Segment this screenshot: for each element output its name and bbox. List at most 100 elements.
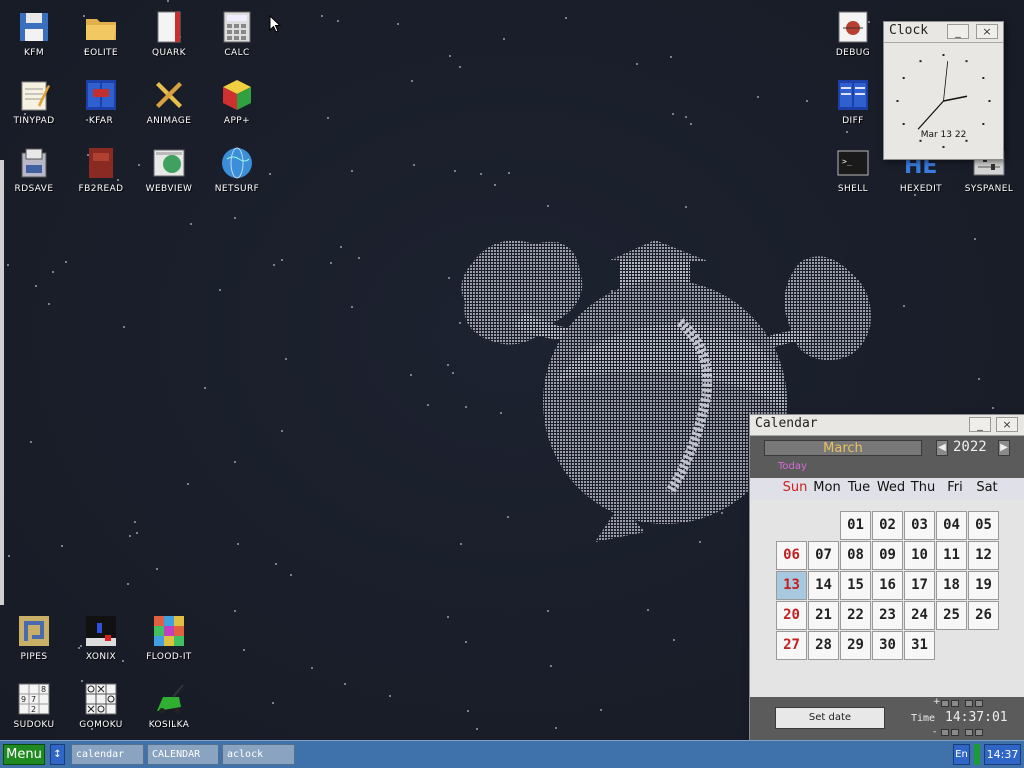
day-cell[interactable]: 07 bbox=[808, 541, 839, 570]
desktop-icon-shell[interactable]: >_ SHELL bbox=[819, 139, 887, 203]
day-cell[interactable]: 13 bbox=[776, 571, 807, 600]
menu-button[interactable]: Menu bbox=[3, 744, 45, 765]
svg-text:>_: >_ bbox=[842, 157, 852, 166]
desktop-icon-tinypad[interactable]: TINYPAD bbox=[0, 71, 68, 135]
day-cell[interactable]: 06 bbox=[776, 541, 807, 570]
day-cell[interactable]: 16 bbox=[872, 571, 903, 600]
folder-icon bbox=[83, 9, 119, 45]
day-cell[interactable]: 30 bbox=[872, 631, 903, 660]
day-cell[interactable]: 24 bbox=[904, 601, 935, 630]
day-cell[interactable]: 14 bbox=[808, 571, 839, 600]
desktop-icon-kfar[interactable]: KFAR bbox=[67, 71, 135, 135]
desktop-icon-eolite[interactable]: EOLITE bbox=[67, 3, 135, 67]
desktop-icon-sudoku[interactable]: 8 9 7 2 SUDOKU bbox=[0, 675, 68, 739]
hour-decrement-button[interactable] bbox=[941, 729, 949, 736]
day-cell[interactable]: 09 bbox=[872, 541, 903, 570]
language-indicator[interactable]: En bbox=[953, 744, 970, 765]
analog-clock-dial bbox=[896, 54, 991, 148]
second-decrement-button[interactable] bbox=[975, 729, 983, 736]
hour-increment-button-2[interactable] bbox=[951, 700, 959, 707]
prev-year-arrow-icon[interactable]: ◀ bbox=[936, 440, 948, 456]
desktop-icon-flood-it[interactable]: FLOOD-IT bbox=[135, 607, 203, 671]
desktop-icon-animage[interactable]: ANIMAGE bbox=[135, 71, 203, 135]
desktop-icon-label: KOSILKA bbox=[148, 720, 190, 730]
desktop-icon-webview[interactable]: WEBVIEW bbox=[135, 139, 203, 203]
window-switch-arrows-icon[interactable]: ↕ bbox=[50, 744, 65, 765]
today-link[interactable]: Today bbox=[778, 461, 807, 472]
browser-icon bbox=[151, 145, 187, 181]
desktop-icon-label: GOMOKU bbox=[79, 720, 123, 730]
desktop-icon-label: NETSURF bbox=[214, 184, 260, 194]
day-cell[interactable]: 28 bbox=[808, 631, 839, 660]
minimize-button[interactable]: _ bbox=[947, 24, 969, 39]
desktop-icon-debug[interactable]: DEBUG bbox=[819, 3, 887, 67]
day-cell[interactable]: 25 bbox=[936, 601, 967, 630]
clock-face: Mar 13 22 bbox=[884, 43, 1003, 159]
desktop-icon-label: HEXEDIT bbox=[899, 184, 943, 194]
hour-decrement-button-2[interactable] bbox=[951, 729, 959, 736]
desktop-icon-calc[interactable]: CALC bbox=[203, 3, 271, 67]
mouse-cursor bbox=[269, 15, 281, 33]
hour-hand bbox=[943, 95, 968, 102]
month-selector[interactable]: March bbox=[764, 440, 922, 456]
desktop-icon-netsurf[interactable]: NETSURF bbox=[203, 139, 271, 203]
next-year-arrow-icon[interactable]: ▶ bbox=[998, 440, 1010, 456]
day-cell[interactable]: 01 bbox=[840, 511, 871, 540]
day-cell[interactable]: 18 bbox=[936, 571, 967, 600]
day-cell[interactable]: 12 bbox=[968, 541, 999, 570]
day-cell[interactable]: 26 bbox=[968, 601, 999, 630]
day-cell[interactable]: 21 bbox=[808, 601, 839, 630]
set-date-button[interactable]: Set date bbox=[775, 707, 885, 729]
day-cell[interactable]: 20 bbox=[776, 601, 807, 630]
desktop-icon-app-[interactable]: APP+ bbox=[203, 71, 271, 135]
day-cell[interactable]: 03 bbox=[904, 511, 935, 540]
day-cell[interactable]: 15 bbox=[840, 571, 871, 600]
task-button-aclock[interactable]: aclock bbox=[222, 744, 295, 765]
day-cell[interactable]: 22 bbox=[840, 601, 871, 630]
desktop-icon-label: SUDOKU bbox=[13, 720, 55, 730]
taskbar: Menu ↕ calendar CALENDAR aclock En 14:37 bbox=[0, 740, 1024, 768]
tray-clock[interactable]: 14:37 bbox=[984, 744, 1021, 765]
day-cell[interactable]: 05 bbox=[968, 511, 999, 540]
minute-increment-button[interactable] bbox=[965, 700, 973, 707]
day-cell[interactable]: 02 bbox=[872, 511, 903, 540]
desktop-icon-label: FB2READ bbox=[78, 184, 124, 194]
day-cell[interactable]: 19 bbox=[968, 571, 999, 600]
weekday-header-row: Sun Mon Tue Wed Thu Fri Sat bbox=[750, 478, 1024, 500]
day-cell[interactable]: 27 bbox=[776, 631, 807, 660]
desktop-icon-pipes[interactable]: PIPES bbox=[0, 607, 68, 671]
day-cell[interactable]: 10 bbox=[904, 541, 935, 570]
second-increment-button[interactable] bbox=[975, 700, 983, 707]
hour-increment-button[interactable] bbox=[941, 700, 949, 707]
day-cell[interactable]: 29 bbox=[840, 631, 871, 660]
desktop-icon-kfm[interactable]: KFM bbox=[0, 3, 68, 67]
weekday-label: Sun bbox=[782, 480, 808, 495]
tic-tac-toe-icon bbox=[83, 681, 119, 717]
day-cell[interactable]: 08 bbox=[840, 541, 871, 570]
desktop-icon-fb2read[interactable]: FB2READ bbox=[67, 139, 135, 203]
day-cell[interactable]: 11 bbox=[936, 541, 967, 570]
day-cell[interactable]: 23 bbox=[872, 601, 903, 630]
svg-text:9: 9 bbox=[21, 695, 26, 704]
notepad-icon bbox=[16, 77, 52, 113]
desktop-icon-label: EOLITE bbox=[83, 48, 119, 58]
desktop-icon-gomoku[interactable]: GOMOKU bbox=[67, 675, 135, 739]
close-button[interactable]: × bbox=[996, 417, 1018, 432]
flood-grid-icon bbox=[151, 613, 187, 649]
close-button[interactable]: × bbox=[976, 24, 998, 39]
task-button-calendar-upper[interactable]: CALENDAR bbox=[147, 744, 219, 765]
calendar-titlebar[interactable]: Calendar _ × bbox=[750, 415, 1024, 436]
desktop-icon-rdsave[interactable]: RDSAVE bbox=[0, 139, 68, 203]
task-button-calendar[interactable]: calendar bbox=[71, 744, 144, 765]
day-cell[interactable]: 17 bbox=[904, 571, 935, 600]
desktop-icon-kosilka[interactable]: KOSILKA bbox=[135, 675, 203, 739]
day-cell[interactable]: 31 bbox=[904, 631, 935, 660]
minimize-button[interactable]: _ bbox=[969, 417, 991, 432]
desktop-icon-diff[interactable]: DIFF bbox=[819, 71, 887, 135]
minute-decrement-button[interactable] bbox=[965, 729, 973, 736]
desktop-icon-xonix[interactable]: XONIX bbox=[67, 607, 135, 671]
day-cell[interactable]: 04 bbox=[936, 511, 967, 540]
desktop-icon-quark[interactable]: QUARK bbox=[135, 3, 203, 67]
clock-titlebar[interactable]: Clock _ × bbox=[884, 22, 1003, 43]
desktop-icon-label: RDSAVE bbox=[14, 184, 54, 194]
